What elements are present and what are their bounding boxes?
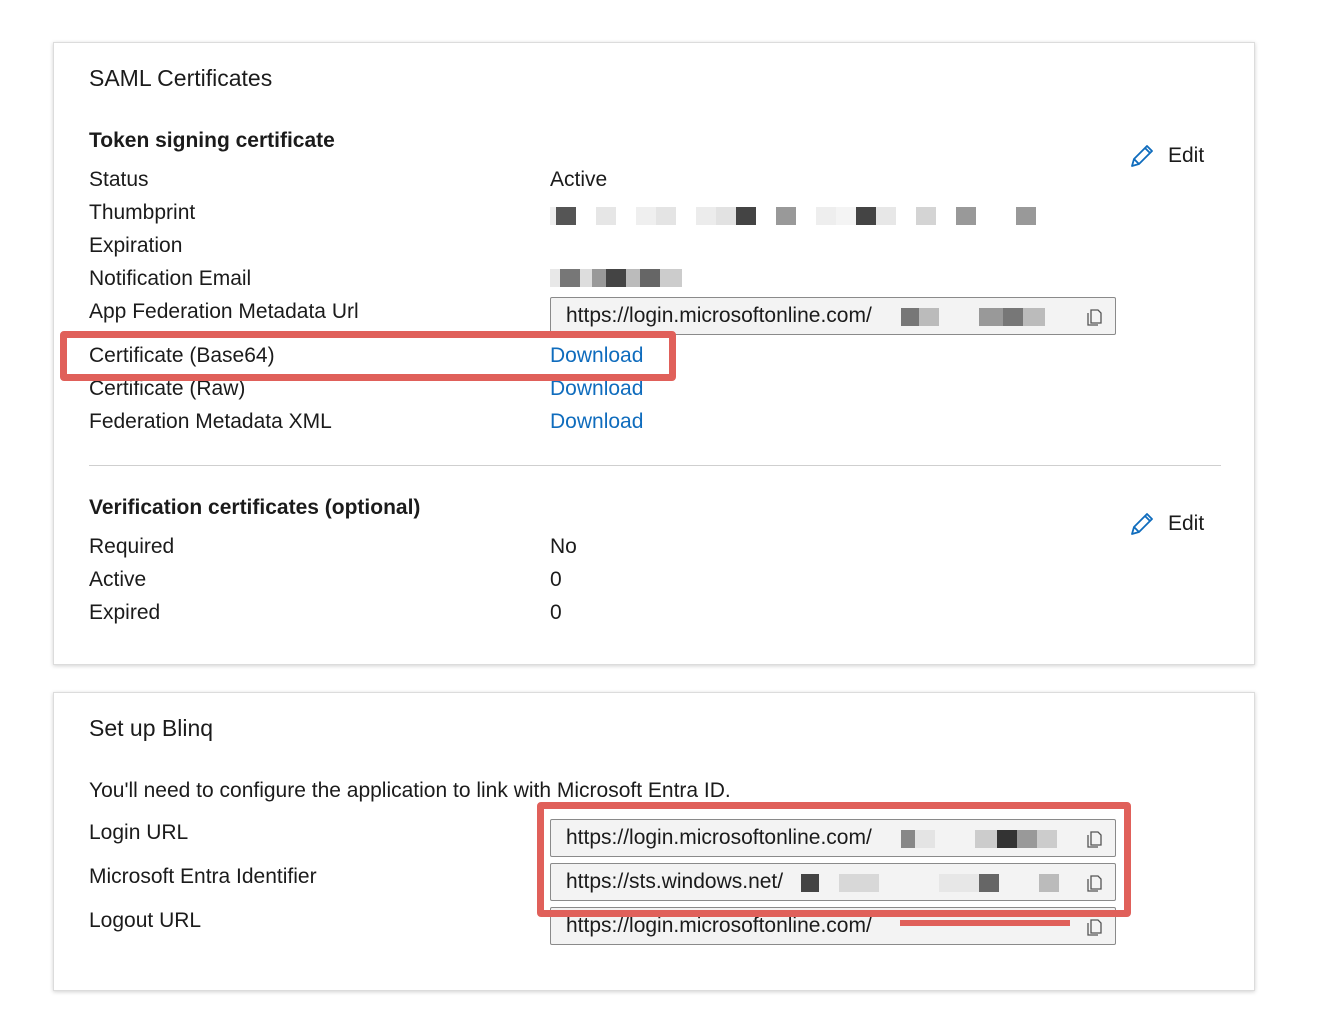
logout-url-text: https://login.microsoftonline.com/ <box>566 914 872 937</box>
fed-xml-label: Federation Metadata XML <box>89 410 332 433</box>
metadata-url-label: App Federation Metadata Url <box>89 300 359 323</box>
setup-blinq-card: Set up Blinq You'll need to configure th… <box>53 692 1255 991</box>
token-signing-edit-button[interactable]: Edit <box>1128 142 1204 170</box>
metadata-url-text: https://login.microsoftonline.com/ <box>566 304 872 327</box>
metadata-url-redacted <box>901 308 1045 326</box>
copy-icon[interactable] <box>1085 829 1105 849</box>
required-value: No <box>550 535 577 558</box>
status-value: Active <box>550 168 608 191</box>
cert-base64-download-link[interactable]: Download <box>550 344 643 368</box>
saml-certificates-card: SAML Certificates Token signing certific… <box>53 42 1255 665</box>
cert-raw-label: Certificate (Raw) <box>89 377 246 400</box>
pencil-icon <box>1131 513 1153 535</box>
login-url-text: https://login.microsoftonline.com/ <box>566 826 872 849</box>
verification-title: Verification certificates (optional) <box>89 496 421 519</box>
setup-card-title: Set up Blinq <box>89 715 214 741</box>
notification-email-redacted <box>550 269 682 287</box>
login-url-redacted <box>901 830 1057 848</box>
expired-label: Expired <box>89 601 161 624</box>
copy-icon[interactable] <box>1085 917 1105 937</box>
entra-identifier-label: Microsoft Entra Identifier <box>89 865 317 888</box>
notification-email-label: Notification Email <box>89 267 252 290</box>
setup-intro-text: You'll need to configure the application… <box>89 779 731 802</box>
edit-label: Edit <box>1168 512 1205 535</box>
logout-url-label: Logout URL <box>89 909 202 932</box>
copy-icon[interactable] <box>1085 307 1105 327</box>
entra-identifier-text: https://sts.windows.net/ <box>566 870 784 893</box>
thumbprint-value-redacted <box>550 207 1036 225</box>
thumbprint-label: Thumbprint <box>89 201 196 224</box>
login-url-field[interactable]: https://login.microsoftonline.com/ <box>550 819 1116 857</box>
logout-url-field[interactable]: https://login.microsoftonline.com/ <box>550 907 1116 945</box>
active-value: 0 <box>550 568 562 591</box>
metadata-url-field[interactable]: https://login.microsoftonline.com/ <box>550 297 1116 335</box>
section-divider <box>89 465 1221 466</box>
entra-identifier-field[interactable]: https://sts.windows.net/ <box>550 863 1116 901</box>
fed-xml-download-link[interactable]: Download <box>550 410 643 434</box>
active-label: Active <box>89 568 147 591</box>
expired-value: 0 <box>550 601 562 624</box>
cert-base64-label: Certificate (Base64) <box>89 344 275 367</box>
entra-identifier-redacted <box>801 874 1059 892</box>
expiration-label: Expiration <box>89 234 183 257</box>
highlight-underline <box>900 920 1070 926</box>
required-label: Required <box>89 535 175 558</box>
status-label: Status <box>89 168 149 191</box>
saml-card-title: SAML Certificates <box>89 65 273 91</box>
token-signing-title: Token signing certificate <box>89 129 335 152</box>
edit-label: Edit <box>1168 144 1205 167</box>
pencil-icon <box>1131 145 1153 167</box>
verification-edit-button[interactable]: Edit <box>1128 510 1204 538</box>
cert-raw-download-link[interactable]: Download <box>550 377 643 401</box>
copy-icon[interactable] <box>1085 873 1105 893</box>
login-url-label: Login URL <box>89 821 189 844</box>
